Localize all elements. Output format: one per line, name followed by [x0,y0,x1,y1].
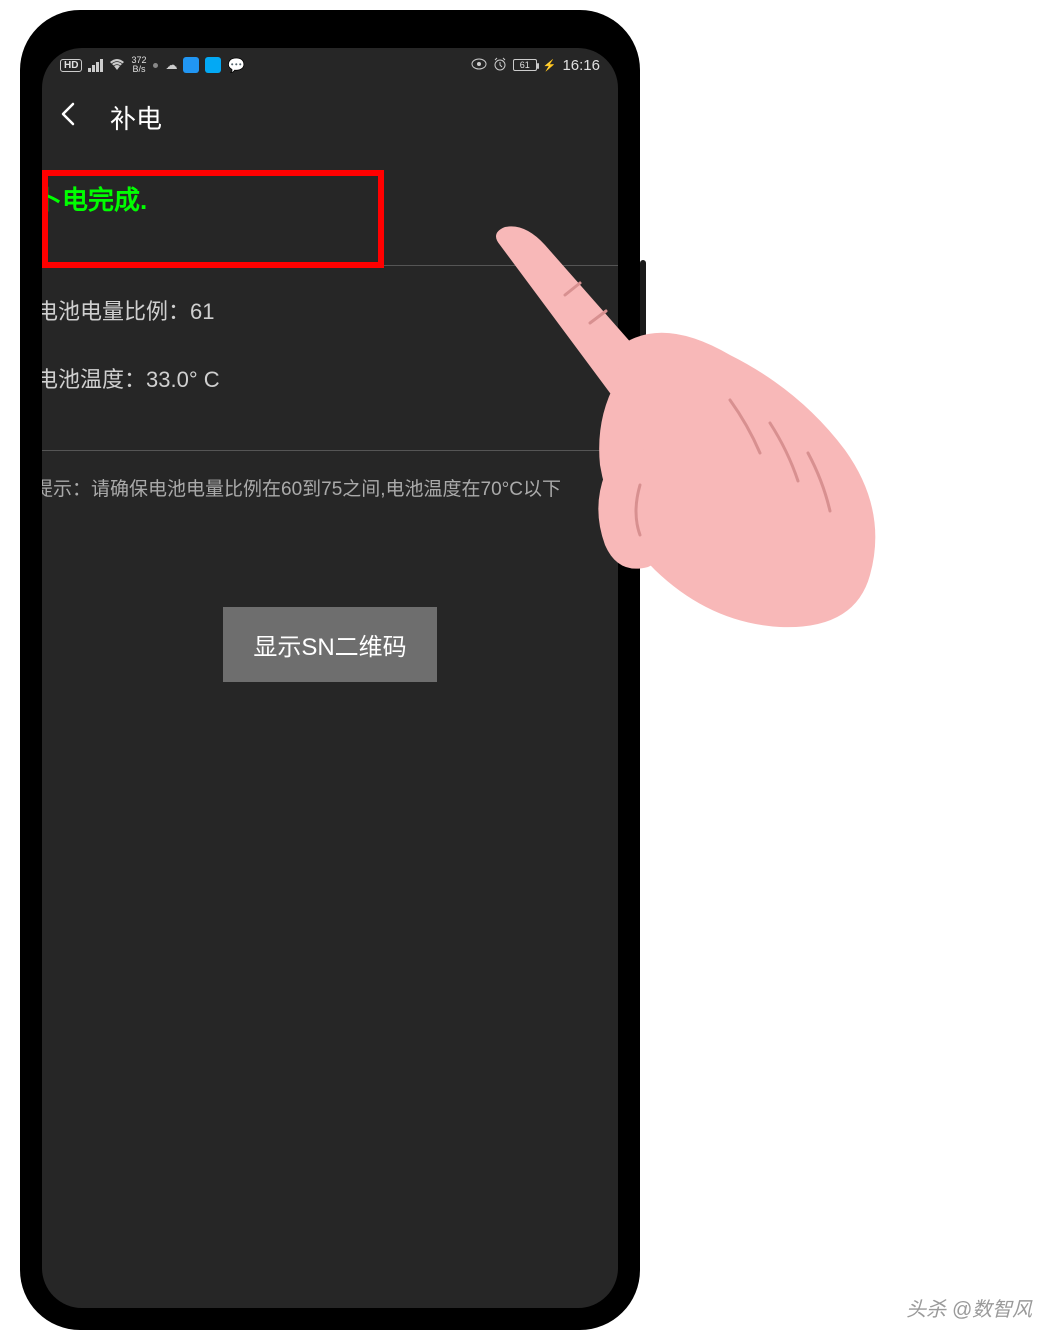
alarm-icon [493,57,507,74]
hd-badge-icon: HD [60,59,82,72]
show-sn-qr-button[interactable]: 显示SN二维码 [223,607,436,682]
app-notification-icon [205,57,221,73]
wifi-icon [109,57,125,73]
battery-temp-label: 电池温度： [42,367,146,392]
phone-side-button [640,260,646,350]
app-header: 补电 [42,82,618,152]
clock-time: 16:16 [562,57,600,74]
phone-side-button [640,390,646,530]
status-bar: HD 372 B/s ☁ 💬 [42,48,618,82]
battery-ratio-row: 电池电量比例：61 [42,294,618,326]
speech-bubble-icon: 💬 [227,57,244,74]
network-speed: 372 B/s [131,56,146,74]
battery-ratio-label: 电池电量比例： [42,299,190,324]
battery-icon: 61 [513,59,537,71]
charge-complete-status: 卜电完成. [42,152,618,265]
battery-temp-value: 33.0° C [146,367,220,392]
charging-icon: ⚡ [543,59,557,72]
screen: HD 372 B/s ☁ 💬 [42,48,618,1308]
signal-icon [88,59,103,72]
watermark: 头杀 @数智风 [906,1293,1032,1322]
app-notification-icon [183,57,199,73]
eye-icon [471,57,487,73]
phone-frame: HD 372 B/s ☁ 💬 [20,10,640,1330]
battery-temp-row: 电池温度：33.0° C [42,362,618,394]
back-arrow-icon[interactable] [56,101,82,134]
page-title: 补电 [110,99,162,136]
battery-ratio-value: 61 [190,299,214,324]
notification-dot-icon [153,63,158,68]
cloud-icon: ☁ [165,58,177,72]
hint-text: 提示：请确保电池电量比例在60到75之间,电池温度在70°C以下 [42,475,618,505]
